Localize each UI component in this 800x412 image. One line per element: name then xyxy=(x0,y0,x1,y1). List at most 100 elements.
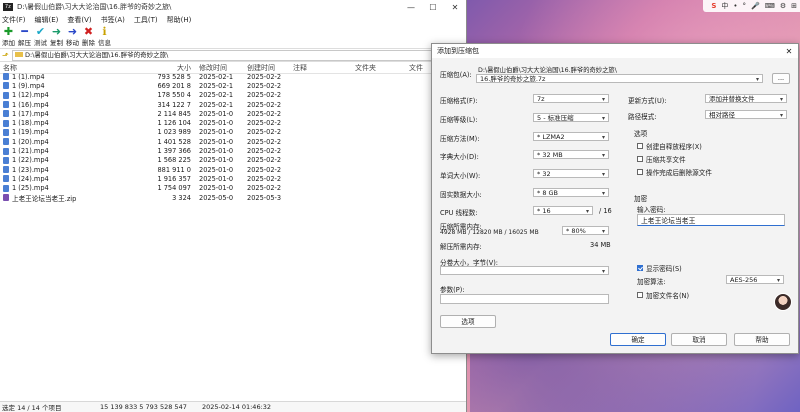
table-row[interactable]: 1 (21).mp4 1 397 366 2025-01-0 2025-02-2 xyxy=(0,146,466,155)
encrypt-names-label: 加密文件名(N) xyxy=(646,292,690,300)
shared-label: 压缩共享文件 xyxy=(646,156,686,164)
show-password-checkbox[interactable]: 显示密码(S) xyxy=(637,263,682,273)
col-folders[interactable]: 文件夹 xyxy=(353,63,407,73)
table-row[interactable]: 1 (9).mp4 669 201 8 2025-02-1 2025-02-2 xyxy=(0,81,466,90)
minus-icon: ━ xyxy=(21,25,28,38)
file-created: 2025-02-2 xyxy=(247,72,282,81)
options-button[interactable]: 选项 xyxy=(440,315,496,328)
test-button[interactable]: ✔ 测试 xyxy=(34,26,47,47)
add-label: 添加 xyxy=(2,39,15,47)
dialog-title: 添加到压缩包 xyxy=(437,47,479,55)
address-bar: ⬏ D:\暑假山伯爵\习大大论治国\16.胖爷的奇妙之旅\ xyxy=(0,48,466,62)
help-button[interactable]: 帮助 xyxy=(734,333,790,346)
file-name-cell: 1 (19).mp4 xyxy=(0,128,139,136)
dialog-close-icon[interactable]: ✕ xyxy=(780,47,798,56)
menu-bookmarks[interactable]: 书签(A) xyxy=(101,15,125,25)
check-icon: ✔ xyxy=(35,25,46,38)
browse-button[interactable]: ... xyxy=(772,73,790,84)
word-combo[interactable]: * 32 ▾ xyxy=(533,169,609,178)
status-bar: 选定 14 / 14 个项目 15 139 833 5 793 528 547 … xyxy=(0,401,466,412)
table-row[interactable]: 1 (24).mp4 1 916 357 2025-01-0 2025-02-2 xyxy=(0,174,466,183)
microphone-icon[interactable]: 🎤 xyxy=(751,2,760,10)
col-name[interactable]: 名称 xyxy=(0,63,139,73)
table-row[interactable]: 1 (20).mp4 1 401 528 2025-01-0 2025-02-2 xyxy=(0,137,466,146)
level-combo[interactable]: 5 - 标准压缩 ▾ xyxy=(533,113,609,122)
archive-dir: D:\暑假山伯爵\习大大论治国\16.胖爷的奇妙之旅\ xyxy=(478,67,617,74)
grid-menu-icon[interactable]: ⊞ xyxy=(791,2,797,10)
info-button[interactable]: ℹ 信息 xyxy=(98,26,111,47)
sfx-checkbox[interactable]: 创建自释放程序(X) xyxy=(637,141,702,151)
delete-button[interactable]: ✖ 删除 xyxy=(82,26,95,47)
enc-method-combo[interactable]: AES-256 ▾ xyxy=(726,275,784,284)
col-size[interactable]: 大小 xyxy=(139,63,191,73)
level-label: 压缩等级(L): xyxy=(440,116,478,124)
col-comment[interactable]: 注释 xyxy=(291,63,353,73)
table-row[interactable]: 上老王论坛当老王.zip 3 324 2025-05-0 2025-05-3 xyxy=(0,193,466,203)
video-file-icon xyxy=(3,184,9,192)
encrypt-names-checkbox[interactable]: 加密文件名(N) xyxy=(637,290,689,300)
params-input[interactable] xyxy=(440,294,609,304)
move-button[interactable]: ➜ 移动 xyxy=(66,26,79,47)
ime-punct-icon[interactable]: • xyxy=(733,2,737,10)
menu-help[interactable]: 帮助(H) xyxy=(167,15,192,25)
level-value: 5 - 标准压缩 xyxy=(537,114,574,122)
address-input[interactable]: D:\暑假山伯爵\习大大论治国\16.胖爷的奇妙之旅\ xyxy=(12,49,462,61)
table-row[interactable]: 1 (17).mp4 2 114 845 2025-01-0 2025-02-2 xyxy=(0,109,466,118)
table-row[interactable]: 1 (1).mp4 793 528 5 2025-02-1 2025-02-2 xyxy=(0,72,466,81)
avatar[interactable] xyxy=(774,293,792,311)
delete-source-checkbox[interactable]: 操作完成后删除源文件 xyxy=(637,167,712,177)
delete-source-label: 操作完成后删除源文件 xyxy=(646,169,712,177)
pathmode-combo[interactable]: 相对路径 ▾ xyxy=(705,110,787,119)
method-combo[interactable]: * LZMA2 ▾ xyxy=(533,132,609,141)
solid-combo[interactable]: * 8 GB ▾ xyxy=(533,188,609,197)
table-row[interactable]: 1 (19).mp4 1 023 989 2025-01-0 2025-02-2 xyxy=(0,128,466,137)
file-size: 669 201 8 xyxy=(157,81,191,90)
split-combo[interactable]: ▾ xyxy=(440,266,609,275)
file-name-cell: 1 (9).mp4 xyxy=(0,82,139,90)
format-combo[interactable]: 7z ▾ xyxy=(533,94,609,103)
file-name: 1 (18).mp4 xyxy=(12,119,49,128)
menu-view[interactable]: 查看(V) xyxy=(67,15,91,25)
menu-file[interactable]: 文件(F) xyxy=(2,15,26,25)
file-modified: 2025-02-1 xyxy=(199,81,234,90)
archive-name-combo[interactable]: 16.胖爷的奇妙之旅.7z ▾ xyxy=(476,74,763,83)
chevron-down-icon: ▾ xyxy=(601,171,605,178)
cancel-button[interactable]: 取消 xyxy=(671,333,727,346)
ok-button[interactable]: 确定 xyxy=(610,333,666,346)
folder-up-icon[interactable]: ⬏ xyxy=(2,51,12,60)
close-icon[interactable]: ✕ xyxy=(444,0,466,14)
settings-icon[interactable]: ⚙ xyxy=(780,2,786,10)
copy-arrow-icon: ➜ xyxy=(51,25,62,38)
update-combo[interactable]: 添加并替换文件 ▾ xyxy=(705,94,787,103)
checkbox-box xyxy=(637,143,643,149)
extract-button[interactable]: ━ 解压 xyxy=(18,26,31,47)
add-button[interactable]: ✚ 添加 xyxy=(2,26,15,47)
copy-button[interactable]: ➜ 复制 xyxy=(50,26,63,47)
table-row[interactable]: 1 (18).mp4 1 126 104 2025-01-0 2025-02-2 xyxy=(0,118,466,127)
table-row[interactable]: 1 (12).mp4 178 550 4 2025-02-1 2025-02-2 xyxy=(0,91,466,100)
pwd-label: 输入密码: xyxy=(637,206,666,214)
col-created[interactable]: 创建时间 xyxy=(245,63,291,73)
table-row[interactable]: 1 (25).mp4 1 754 097 2025-01-0 2025-02-2 xyxy=(0,184,466,193)
status-selection: 选定 14 / 14 个项目 xyxy=(2,404,62,412)
mem-combo[interactable]: * 80% ▾ xyxy=(562,226,609,235)
ime-icon[interactable]: S xyxy=(711,2,716,10)
ime-mode-icon[interactable]: 中 xyxy=(721,1,728,11)
table-row[interactable]: 1 (23).mp4 881 911 0 2025-01-0 2025-02-2 xyxy=(0,165,466,174)
menu-tools[interactable]: 工具(T) xyxy=(134,15,158,25)
file-size: 1 568 225 xyxy=(157,156,191,165)
keyboard-icon[interactable]: ⌨ xyxy=(765,2,775,10)
maximize-icon[interactable]: ☐ xyxy=(422,0,444,14)
ime-width-icon[interactable]: ° xyxy=(743,2,747,10)
minimize-icon[interactable]: — xyxy=(400,0,422,14)
table-row[interactable]: 1 (16).mp4 314 122 7 2025-02-1 2025-02-2 xyxy=(0,100,466,109)
file-name: 1 (19).mp4 xyxy=(12,128,49,137)
password-input[interactable]: 上老王论坛当老王 xyxy=(637,214,785,226)
toolbar: ✚ 添加 ━ 解压 ✔ 测试 ➜ 复制 ➜ 移动 ✖ 删除 ℹ 信息 xyxy=(0,26,466,48)
col-modified[interactable]: 修改时间 xyxy=(191,63,245,73)
shared-checkbox[interactable]: 压缩共享文件 xyxy=(637,154,686,164)
dict-combo[interactable]: * 32 MB ▾ xyxy=(533,150,609,159)
table-row[interactable]: 1 (22).mp4 1 568 225 2025-01-0 2025-02-2 xyxy=(0,156,466,165)
menu-edit[interactable]: 编辑(E) xyxy=(35,15,59,25)
cpu-combo[interactable]: * 16 ▾ xyxy=(533,206,593,215)
